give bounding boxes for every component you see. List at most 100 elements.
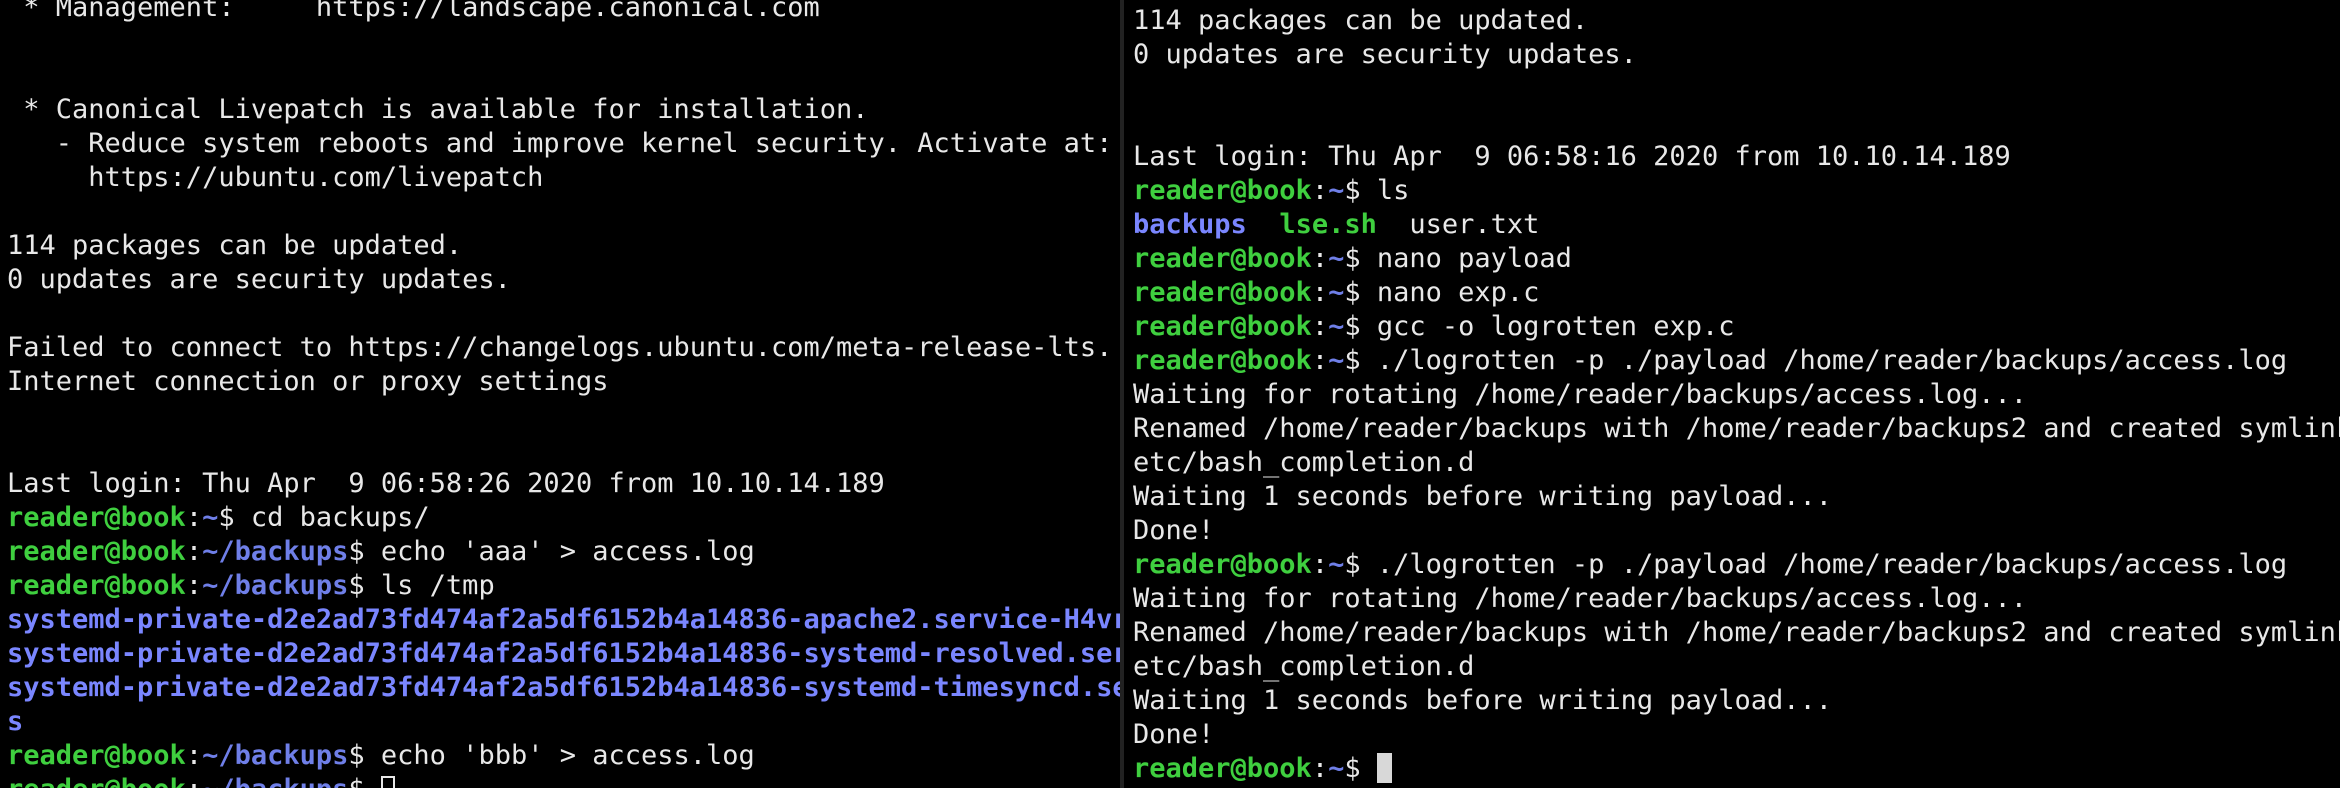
output-line: Waiting 1 seconds before writing payload… (1133, 481, 1832, 512)
prompt-symbol: $ (1344, 243, 1377, 274)
prompt-path: ~ (1328, 345, 1345, 376)
left-terminal-output: * Management: https://landscape.canonica… (7, 0, 1120, 788)
output-line: Renamed /home/reader/backups with /home/… (1133, 617, 2340, 648)
command-text: ./logrotten -p ./payload /home/reader/ba… (1376, 345, 2288, 376)
prompt-symbol: $ (218, 502, 251, 533)
command-prompt-line: reader@book:~$ ./logrotten -p ./payload … (1133, 548, 2340, 582)
prompt-separator: : (1311, 345, 1329, 376)
prompt-user-host: reader@book (7, 570, 186, 601)
prompt-user-host: reader@book (1133, 549, 1312, 580)
output-line: Last login: Thu Apr 9 06:58:26 2020 from… (7, 468, 885, 499)
prompt-separator: : (1311, 243, 1329, 274)
right-terminal-output: 114 packages can be updated. 0 updates ar… (1133, 4, 2340, 786)
command-prompt-line: reader@book:~/backups$ echo 'bbb' > acce… (7, 739, 1120, 773)
output-line: etc/bash_completion.d (1133, 447, 1475, 478)
output-line: Done! (1133, 515, 1215, 546)
prompt-symbol: $ (1344, 311, 1377, 342)
command-prompt-line: reader@book:~/backups$ (7, 773, 1120, 788)
prompt-path: ~ (1328, 311, 1345, 342)
prompt-path: ~/backups (202, 536, 349, 567)
directory-listing-line: systemd-private-d2e2ad73fd474af2a5df6152… (7, 638, 1120, 669)
prompt-path: ~ (202, 502, 219, 533)
output-line: etc/bash_completion.d (1133, 651, 1475, 682)
command-text: ./logrotten -p ./payload /home/reader/ba… (1376, 549, 2288, 580)
output-line: Waiting 1 seconds before writing payload… (1133, 685, 1832, 716)
prompt-user-host: reader@book (7, 774, 186, 788)
prompt-path: ~ (1328, 175, 1345, 206)
prompt-separator: : (1311, 549, 1329, 580)
output-line: Last login: Thu Apr 9 06:58:16 2020 from… (1133, 141, 2011, 172)
output-line: 114 packages can be updated. (1133, 5, 1589, 36)
output-line: - Reduce system reboots and improve kern… (7, 128, 1113, 159)
prompt-separator: : (186, 774, 202, 788)
prompt-symbol: $ (1344, 753, 1377, 784)
command-text: nano exp.c (1376, 277, 1540, 308)
output-line: Waiting for rotating /home/reader/backup… (1133, 583, 2028, 614)
prompt-user-host: reader@book (7, 502, 186, 533)
output-line: 0 updates are security updates. (7, 264, 511, 295)
command-text: ls /tmp (380, 570, 495, 601)
command-text: echo 'aaa' > access.log (380, 536, 755, 567)
prompt-separator: : (185, 502, 203, 533)
output-line: 114 packages can be updated. (7, 230, 463, 261)
command-prompt-line: reader@book:~/backups$ echo 'aaa' > acce… (7, 535, 1120, 569)
prompt-separator: : (185, 536, 203, 567)
prompt-user-host: reader@book (1133, 311, 1312, 342)
prompt-user-host: reader@book (1133, 277, 1312, 308)
prompt-symbol: $ (348, 536, 381, 567)
prompt-user-host: reader@book (7, 536, 186, 567)
command-text: cd backups/ (250, 502, 430, 533)
command-prompt-line: reader@book:~$ ls (1133, 174, 2340, 208)
prompt-path: ~/backups (202, 570, 349, 601)
prompt-separator: : (1311, 277, 1329, 308)
output-line: Done! (1133, 719, 1215, 750)
prompt-separator: : (1311, 311, 1329, 342)
prompt-path: ~ (1328, 277, 1345, 308)
prompt-symbol: $ (348, 740, 381, 771)
command-prompt-line: reader@book:~$ nano payload (1133, 242, 2340, 276)
output-line: Internet connection or proxy settings (7, 366, 609, 397)
terminal-cursor (380, 776, 395, 788)
prompt-path: ~ (1328, 549, 1345, 580)
directory-listing-line: s (7, 706, 24, 737)
left-terminal-pane[interactable]: * Management: https://landscape.canonica… (0, 0, 1120, 788)
command-prompt-line: reader@book:~$ ./logrotten -p ./payload … (1133, 344, 2340, 378)
command-text: nano payload (1376, 243, 1572, 274)
command-prompt-line: reader@book:~$ cd backups/ (7, 501, 1120, 535)
prompt-symbol: $ (348, 774, 381, 788)
output-line: Waiting for rotating /home/reader/backup… (1133, 379, 2028, 410)
prompt-symbol: $ (1344, 175, 1377, 206)
prompt-separator: : (1311, 175, 1329, 206)
prompt-user-host: reader@book (1133, 753, 1312, 784)
prompt-user-host: reader@book (7, 740, 186, 771)
prompt-path: ~ (1328, 753, 1345, 784)
command-prompt-line: reader@book:~$ (1133, 752, 2340, 786)
ls-output-line: backups lse.sh user.txt (1133, 208, 2340, 242)
output-line: https://ubuntu.com/livepatch (7, 162, 544, 193)
prompt-separator: : (1311, 753, 1329, 784)
prompt-separator: : (185, 740, 203, 771)
output-line: Renamed /home/reader/backups with /home/… (1133, 413, 2340, 444)
command-prompt-line: reader@book:~/backups$ ls /tmp (7, 569, 1120, 603)
prompt-path: ~/backups (202, 774, 348, 788)
prompt-path: ~ (1328, 243, 1345, 274)
command-prompt-line: reader@book:~$ gcc -o logrotten exp.c (1133, 310, 2340, 344)
directory-listing-line: systemd-private-d2e2ad73fd474af2a5df6152… (7, 604, 1120, 635)
output-line: * Canonical Livepatch is available for i… (7, 94, 869, 125)
prompt-user-host: reader@book (1133, 345, 1312, 376)
command-text: gcc -o logrotten exp.c (1376, 311, 1735, 342)
command-text: echo 'bbb' > access.log (380, 740, 755, 771)
prompt-symbol: $ (348, 570, 381, 601)
terminal-cursor (1376, 753, 1392, 783)
prompt-symbol: $ (1344, 345, 1377, 376)
output-line: Failed to connect to https://changelogs.… (7, 332, 1113, 363)
output-line: * Management: https://landscape.canonica… (7, 0, 820, 23)
right-terminal-pane[interactable]: 114 packages can be updated. 0 updates ar… (1124, 0, 2340, 788)
ls-entry-exec: lse.sh (1279, 209, 1377, 240)
prompt-symbol: $ (1344, 549, 1377, 580)
